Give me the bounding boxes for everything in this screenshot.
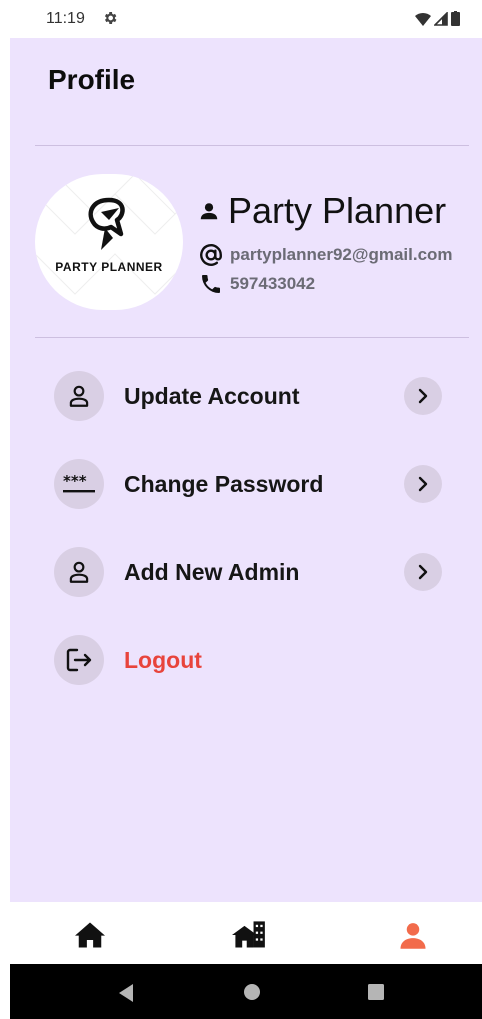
nav-home[interactable] bbox=[73, 920, 107, 950]
at-sign-icon bbox=[200, 244, 222, 266]
add-new-admin-button[interactable]: Add New Admin bbox=[54, 546, 442, 598]
home-icon bbox=[75, 922, 105, 948]
add-new-admin-label: Add New Admin bbox=[124, 558, 300, 585]
chevron-right-icon[interactable] bbox=[404, 377, 442, 415]
settings-gear-icon bbox=[102, 10, 118, 26]
update-account-label: Update Account bbox=[124, 382, 300, 409]
battery-icon bbox=[451, 11, 460, 26]
wifi-icon bbox=[415, 12, 431, 26]
divider bbox=[35, 337, 469, 338]
update-account-button[interactable]: Update Account bbox=[54, 370, 442, 422]
person-icon bbox=[200, 203, 218, 220]
logout-label: Logout bbox=[124, 646, 202, 673]
recents-icon[interactable] bbox=[367, 983, 385, 1001]
chevron-right-icon[interactable] bbox=[404, 465, 442, 503]
svg-text:***: *** bbox=[63, 473, 87, 490]
party-planner-logo-icon bbox=[88, 197, 125, 250]
status-indicators bbox=[415, 11, 460, 26]
chevron-right-icon[interactable] bbox=[404, 553, 442, 591]
profile-name: Party Planner bbox=[228, 190, 447, 231]
logout-icon bbox=[54, 635, 104, 685]
profile-phone: 597433042 bbox=[230, 274, 316, 293]
name-row: Party Planner bbox=[198, 190, 446, 232]
signal-icon bbox=[434, 11, 448, 26]
home-button-icon[interactable] bbox=[243, 983, 261, 1001]
logo-text: PARTY PLANNER bbox=[55, 260, 163, 274]
venues-icon bbox=[232, 921, 265, 948]
change-password-button[interactable]: *** Change Password bbox=[54, 458, 442, 510]
profile-screen: Profile PARTY PLANNER Party Planner part… bbox=[10, 38, 482, 902]
password-icon: *** bbox=[54, 459, 104, 509]
email-row: partyplanner92@gmail.com bbox=[198, 242, 453, 268]
status-bar: 11:19 bbox=[0, 0, 482, 38]
profile-email: partyplanner92@gmail.com bbox=[230, 245, 453, 264]
bottom-navigation bbox=[0, 902, 482, 964]
logout-button[interactable]: Logout bbox=[54, 634, 442, 686]
divider bbox=[35, 145, 469, 146]
avatar: PARTY PLANNER bbox=[35, 174, 183, 310]
phone-icon bbox=[202, 275, 220, 293]
user-outline-icon bbox=[54, 547, 104, 597]
page-title: Profile bbox=[48, 64, 136, 95]
phone-row: 597433042 bbox=[198, 272, 315, 296]
change-password-label: Change Password bbox=[124, 470, 324, 497]
user-outline-icon bbox=[54, 371, 104, 421]
status-time: 11:19 bbox=[46, 10, 85, 27]
nav-profile[interactable] bbox=[396, 920, 430, 950]
nav-venues[interactable] bbox=[232, 920, 266, 950]
system-navigation-bar bbox=[10, 964, 482, 1019]
person-icon bbox=[400, 923, 426, 949]
back-icon[interactable] bbox=[117, 983, 135, 1003]
